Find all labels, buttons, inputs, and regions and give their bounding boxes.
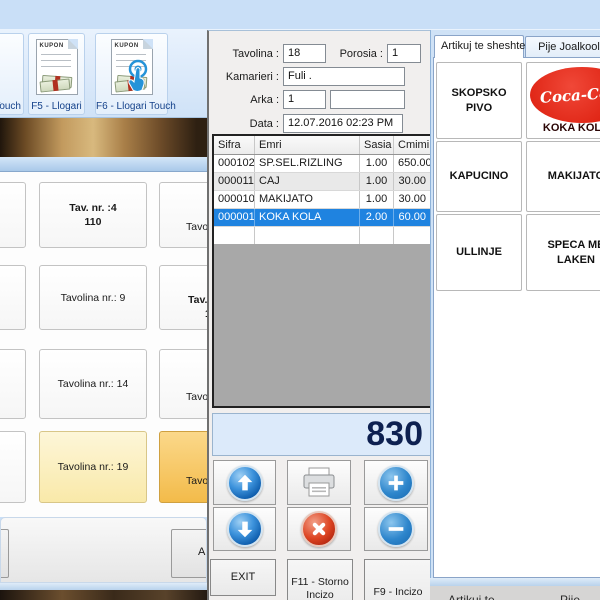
move-down-button[interactable] — [213, 507, 276, 551]
table-button-tav-9[interactable]: Tavolina nr.: 9 — [39, 265, 147, 330]
remove-item-button[interactable] — [364, 507, 428, 551]
print-button[interactable] — [287, 460, 351, 505]
data-field[interactable]: 12.07.2016 02:23 PM — [283, 114, 403, 133]
bottom-bar-button-partial[interactable] — [0, 529, 9, 578]
pos-screen: Touch KUPON F5 - Llogari KUPON — [0, 0, 600, 600]
table-button-partial[interactable] — [0, 182, 26, 248]
table-button-tav-14[interactable]: Tavolina nr.: 14 — [39, 349, 147, 419]
porosia-label: Porosia : — [335, 45, 383, 63]
table-row[interactable]: 000010 MAKIJATO 1.00 30.00 — [214, 191, 430, 209]
data-label: Data : — [209, 115, 279, 133]
table-button-tav-4[interactable]: Tav. nr. :4 110 — [39, 182, 147, 248]
clipped-bottom-tabs: Artikuj te Pije — [430, 586, 600, 600]
clipped-tab-label: Pije — [560, 593, 580, 600]
bottom-bar-button-partial[interactable]: Ar — [171, 529, 207, 578]
touch-hand-icon — [122, 58, 156, 96]
add-item-button[interactable] — [364, 460, 428, 505]
order-panel: Tavolina : 18 Porosia : 1 Kamarieri : Fu… — [207, 30, 432, 600]
products-panel: Artikuj te sheshte Pije Joalkoolike SKOP… — [430, 30, 600, 578]
divider-strip — [430, 578, 600, 586]
move-up-button[interactable] — [213, 460, 276, 505]
tab-artikuj-te-sheshte[interactable]: Artikuj te sheshte — [434, 35, 524, 58]
total-display: 830 — [212, 413, 432, 456]
product-button-skopsko-pivo[interactable]: SKOPSKO PIVO — [436, 62, 522, 139]
f9-incizo-button[interactable]: F9 - Incizo — [364, 559, 432, 600]
table-empty-row — [214, 227, 430, 244]
kupon-invoice-icon: KUPON — [111, 39, 153, 95]
left-bottom-bar: Ar — [0, 517, 207, 583]
arka-label: Arka : — [209, 91, 279, 109]
arrow-down-icon — [227, 511, 263, 547]
table-row[interactable]: 000102 SP.SEL.RIZLING 1.00 650.00 — [214, 155, 430, 173]
product-button-makijato[interactable]: MAKIJATO — [526, 141, 600, 212]
plus-icon — [378, 465, 414, 501]
arrow-up-icon — [227, 465, 263, 501]
tavolina-label: Tavolina : — [209, 45, 279, 63]
tavolina-field[interactable]: 18 — [283, 44, 326, 63]
table-row-selected[interactable]: 000001 KOKA KOLA 2.00 60.00 — [214, 209, 430, 227]
window-top-strip — [0, 0, 600, 30]
header-emri: Emri — [255, 136, 360, 154]
product-button-kapucino[interactable]: KAPUCINO — [436, 141, 522, 212]
kamarieri-field[interactable]: Fuli . — [283, 67, 405, 86]
money-stack-icon — [40, 75, 72, 91]
tab-pije-joalkoolike[interactable]: Pije Joalkoolike — [525, 36, 600, 58]
toolbar-button-touch-partial[interactable]: Touch — [0, 33, 24, 115]
product-button-ullinje[interactable]: ULLINJE — [436, 214, 522, 291]
table-button-partial[interactable] — [0, 265, 26, 330]
table-header-row: Sifra Emri Sasia Cmimi — [214, 136, 430, 155]
table-button-partial[interactable] — [0, 349, 26, 419]
header-sifra: Sifra — [214, 136, 255, 154]
printer-icon — [300, 466, 338, 500]
tables-grid: Tav. nr. :4 110 Tavol Tavolina nr.: 9 Ta… — [0, 172, 207, 517]
toolbar-button-label: F5 - Llogari — [29, 101, 84, 112]
desktop-background-strip — [0, 590, 207, 600]
kamarieri-label: Kamarieri : — [209, 68, 279, 86]
toolbar-button-f6-llogari-touch[interactable]: KUPON F6 - Llogari Touch — [95, 33, 168, 115]
minus-icon — [378, 511, 414, 547]
header-cmimi: Cmimi — [394, 136, 430, 154]
arka-extra-field[interactable] — [330, 90, 405, 109]
table-empty-area — [214, 244, 430, 406]
product-button-speca-me-laken[interactable]: SPECA ME LAKEN — [526, 214, 600, 291]
toolbar-button-label: Touch — [0, 101, 23, 112]
cancel-item-button[interactable] — [287, 507, 351, 551]
porosia-field[interactable]: 1 — [387, 44, 421, 63]
kupon-invoice-icon: KUPON — [36, 39, 78, 95]
table-button-clipped[interactable]: Tavol — [159, 182, 207, 248]
clipped-tab-label: Artikuj te — [448, 593, 495, 600]
coca-cola-logo: Coca-Cola — [530, 67, 600, 123]
photo-banner — [0, 118, 207, 157]
table-button-tav-19[interactable]: Tavolina nr.: 19 — [39, 431, 147, 503]
table-button-clipped[interactable]: Tavoli — [159, 349, 207, 419]
toolbar-button-label: F6 - Llogari Touch — [96, 101, 167, 112]
toolbar-button-f5-llogari[interactable]: KUPON F5 - Llogari — [28, 33, 85, 115]
products-grid: SKOPSKO PIVO Coca-Cola KOKA KOLA KAPUCIN… — [433, 57, 600, 578]
table-row[interactable]: 000011 CAJ 1.00 30.00 — [214, 173, 430, 191]
product-button-koka-kola[interactable]: Coca-Cola KOKA KOLA — [526, 62, 600, 139]
exit-button[interactable]: EXIT — [210, 559, 276, 596]
table-button-partial[interactable] — [0, 431, 26, 503]
table-button-clipped[interactable]: Tavoli — [159, 431, 207, 503]
order-items-table: Sifra Emri Sasia Cmimi 000102 SP.SEL.RIZ… — [212, 134, 432, 408]
arka-field[interactable]: 1 — [283, 90, 326, 109]
ribbon-toolbar: Touch KUPON F5 - Llogari KUPON — [0, 30, 207, 118]
divider-strip — [0, 157, 207, 172]
header-sasia: Sasia — [360, 136, 394, 154]
table-button-clipped[interactable]: Tav. 1 — [159, 265, 207, 330]
divider-strip — [0, 583, 207, 590]
cancel-x-icon — [301, 511, 337, 547]
f11-storno-button[interactable]: F11 - Storno Incizo — [287, 559, 353, 600]
